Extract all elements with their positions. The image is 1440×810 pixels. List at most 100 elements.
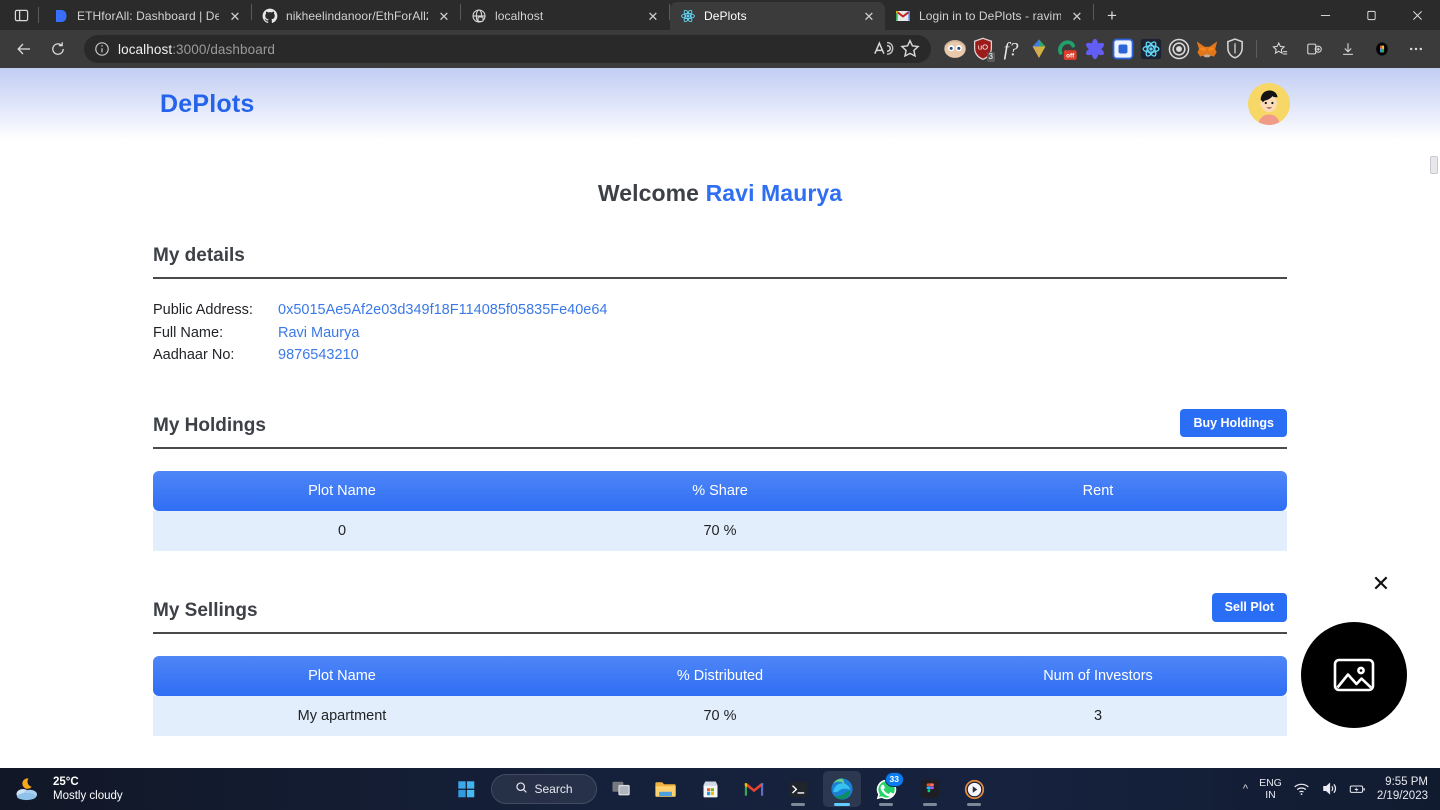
wifi-icon[interactable] (1293, 781, 1310, 798)
close-icon[interactable]: ✕ (227, 8, 243, 24)
back-arrow-icon[interactable] (8, 34, 40, 64)
target-icon[interactable] (1165, 34, 1193, 64)
read-aloud-icon[interactable] (873, 38, 895, 60)
my-details-heading: My details (153, 245, 245, 266)
welcome-user-name: Ravi Maurya (705, 180, 843, 206)
omnibox-actions (873, 38, 921, 60)
screen-recorder-icon[interactable] (1109, 34, 1137, 64)
settings-more-icon[interactable] (1400, 34, 1432, 64)
ublock-origin-icon[interactable]: uO 3 (969, 34, 997, 64)
sellings-table-head: Plot Name % Distributed Num of Investors (153, 655, 1287, 696)
downloads-icon[interactable] (1332, 34, 1364, 64)
browser-tab-5[interactable]: Login in to DePlots - ravimaurya@ ✕ (885, 2, 1093, 30)
reload-icon[interactable] (42, 34, 74, 64)
maximize-icon[interactable] (1348, 0, 1394, 30)
add-favorite-icon[interactable] (899, 38, 921, 60)
tabstrip-divider (38, 7, 39, 23)
taskbar-weather-widget[interactable]: 25°C Mostly cloudy (0, 775, 123, 803)
browser-chrome: ETHforAll: Dashboard | Devfolio ✕ nikhee… (0, 0, 1440, 68)
browser-tab-3[interactable]: localhost ✕ (461, 2, 669, 30)
page-scrollbar-thumb[interactable] (1430, 156, 1438, 174)
cell-rent (909, 511, 1287, 551)
tab-actions-button[interactable] (6, 0, 36, 30)
column-header-rent: Rent (909, 471, 1287, 511)
site-logo[interactable]: DePlots (160, 90, 254, 119)
cell-share: 70 % (531, 511, 909, 551)
gmail-button[interactable] (735, 771, 773, 807)
file-explorer-button[interactable] (647, 771, 685, 807)
favorites-icon[interactable] (1264, 34, 1296, 64)
my-holdings-heading: My Holdings (153, 415, 266, 436)
figma-button[interactable] (911, 771, 949, 807)
browser-tab-title: ETHforAll: Dashboard | Devfolio (77, 9, 219, 23)
language-code: ENG (1259, 776, 1282, 789)
extensions-strip: uO 3 f? off (941, 34, 1249, 64)
microsoft-store-button[interactable] (691, 771, 729, 807)
browser-tab-4-active[interactable]: DePlots ✕ (670, 2, 885, 30)
profile-icon[interactable] (1366, 34, 1398, 64)
sell-plot-button[interactable]: Sell Plot (1211, 593, 1287, 622)
react-icon (680, 8, 696, 24)
extension-badge-count: 3 (986, 52, 995, 62)
detail-value-public-address[interactable]: 0x5015Ae5Af2e03d349f18F114085f05835Fe40e… (278, 299, 608, 322)
site-info-icon[interactable] (94, 41, 110, 57)
close-icon[interactable] (1394, 0, 1440, 30)
clock-time: 9:55 PM (1385, 776, 1428, 788)
avatar[interactable] (1248, 83, 1290, 125)
loom-icon[interactable] (1081, 34, 1109, 64)
partly-cloudy-night-icon (14, 776, 44, 802)
system-tray: ^ ENG IN 9:55 PM 2/19/2023 (1243, 775, 1440, 803)
globe-lock-icon (471, 8, 487, 24)
media-player-button[interactable] (955, 771, 993, 807)
metamask-face-icon[interactable] (941, 34, 969, 64)
image-widget-button[interactable] (1301, 622, 1407, 728)
mathjax-icon[interactable]: f? (997, 34, 1025, 64)
my-sellings-heading: My Sellings (153, 599, 258, 621)
task-view-button[interactable] (603, 771, 641, 807)
table-header-row: Plot Name % Distributed Num of Investors (153, 655, 1287, 696)
floating-widget: ✕ (1301, 573, 1407, 728)
close-icon[interactable]: ✕ (861, 8, 877, 24)
window-controls (1302, 0, 1440, 30)
page-viewport: DePlots Welcome Ravi Maurya My details P… (0, 68, 1440, 768)
metamask-fox-icon[interactable] (1193, 34, 1221, 64)
whatsapp-button[interactable]: 33 (867, 771, 905, 807)
microsoft-edge-button[interactable] (823, 771, 861, 807)
browser-tab-1[interactable]: ETHforAll: Dashboard | Devfolio ✕ (43, 2, 251, 30)
whatsapp-unread-badge: 33 (884, 772, 904, 787)
shield-icon[interactable] (1221, 34, 1249, 64)
battery-icon[interactable] (1349, 781, 1366, 798)
volume-icon[interactable] (1321, 781, 1338, 798)
terminal-button[interactable] (779, 771, 817, 807)
react-devtools-icon[interactable] (1137, 34, 1165, 64)
site-header: DePlots (0, 68, 1440, 140)
detail-row-full-name: Full Name: Ravi Maurya (153, 322, 1287, 345)
show-hidden-icons-button[interactable]: ^ (1243, 783, 1248, 795)
column-header-plot-name: Plot Name (153, 471, 531, 511)
page-content: Welcome Ravi Maurya My details Public Ad… (0, 180, 1440, 736)
language-indicator[interactable]: ENG IN (1259, 777, 1282, 802)
colorzilla-icon[interactable] (1025, 34, 1053, 64)
buy-holdings-button[interactable]: Buy Holdings (1180, 408, 1287, 437)
close-icon[interactable]: ✕ (436, 8, 452, 24)
weather-condition: Mostly cloudy (53, 790, 123, 802)
collections-icon[interactable] (1298, 34, 1330, 64)
section-my-details: My details Public Address: 0x5015Ae5Af2e… (153, 245, 1287, 367)
minimize-icon[interactable] (1302, 0, 1348, 30)
address-bar[interactable]: localhost:3000/dashboard (84, 35, 931, 63)
new-tab-button[interactable]: + (1098, 2, 1126, 30)
close-icon[interactable]: ✕ (1371, 573, 1391, 595)
detail-value-aadhaar-no[interactable]: 9876543210 (278, 344, 359, 367)
taskbar-clock[interactable]: 9:55 PM 2/19/2023 (1377, 775, 1428, 803)
sellings-table: Plot Name % Distributed Num of Investors… (153, 655, 1287, 736)
start-button[interactable] (447, 771, 485, 807)
detail-value-full-name[interactable]: Ravi Maurya (278, 322, 359, 345)
taskbar-search-box[interactable]: Search (491, 774, 597, 804)
close-icon[interactable]: ✕ (1069, 8, 1085, 24)
browser-tab-2[interactable]: nikheelindanoor/EthForAll2023 ✕ (252, 2, 460, 30)
detail-row-aadhaar-no: Aadhaar No: 9876543210 (153, 344, 1287, 367)
close-icon[interactable]: ✕ (645, 8, 661, 24)
adblock-off-icon[interactable]: off (1053, 34, 1081, 64)
address-path: :3000/dashboard (172, 41, 276, 57)
svg-text:uO: uO (978, 43, 988, 52)
